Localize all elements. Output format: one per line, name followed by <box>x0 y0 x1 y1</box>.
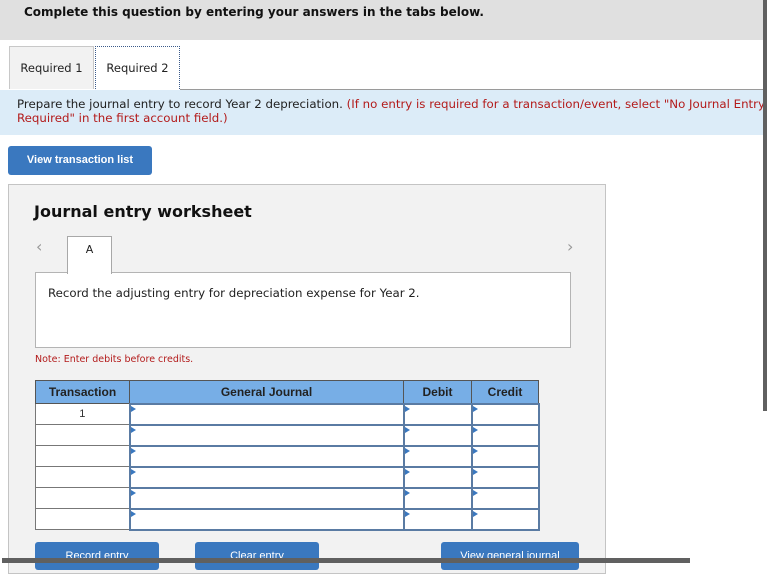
question-banner: Complete this question by entering your … <box>0 0 763 40</box>
header-debit: Debit <box>403 380 472 404</box>
credit-input[interactable] <box>470 486 540 510</box>
table-row: 1 <box>35 402 540 426</box>
debit-input[interactable] <box>402 402 473 426</box>
table-header-row: Transaction General Journal Debit Credit <box>35 380 539 404</box>
instruction-note-2: Required" in the first account field.) <box>17 111 228 125</box>
banner-text: Complete this question by entering your … <box>24 5 484 19</box>
transaction-cell <box>35 424 130 446</box>
transaction-cell <box>35 466 130 488</box>
clear-entry-button[interactable]: Clear entry <box>195 542 319 570</box>
chevron-left-icon[interactable]: ‹ <box>36 237 42 256</box>
debit-input[interactable] <box>402 423 473 447</box>
horizontal-scrollbar[interactable] <box>2 558 690 563</box>
account-input[interactable] <box>128 402 405 426</box>
account-input[interactable] <box>128 423 405 447</box>
instruction-note-1: (If no entry is required for a transacti… <box>346 97 763 111</box>
header-transaction: Transaction <box>35 380 130 404</box>
account-input[interactable] <box>128 465 405 489</box>
credit-input[interactable] <box>470 423 540 447</box>
account-input[interactable] <box>128 444 405 468</box>
table-row <box>35 507 540 531</box>
entry-description: Record the adjusting entry for depreciat… <box>48 286 420 300</box>
header-general-journal: General Journal <box>129 380 404 404</box>
credit-input[interactable] <box>470 444 540 468</box>
instruction-main: Prepare the journal entry to record Year… <box>17 97 347 111</box>
credit-input[interactable] <box>470 465 540 489</box>
transaction-cell <box>35 445 130 467</box>
account-input[interactable] <box>128 486 405 510</box>
view-transaction-list-button[interactable]: View transaction list <box>8 146 152 175</box>
debit-input[interactable] <box>402 486 473 510</box>
header-credit: Credit <box>471 380 539 404</box>
debit-input[interactable] <box>402 507 473 531</box>
tab-required-2[interactable]: Required 2 <box>95 46 180 91</box>
credit-input[interactable] <box>470 402 540 426</box>
account-input[interactable] <box>128 507 405 531</box>
table-row <box>35 465 540 489</box>
tab-required-1[interactable]: Required 1 <box>9 46 94 89</box>
view-general-journal-button[interactable]: View general journal <box>441 542 579 570</box>
record-entry-button[interactable]: Record entry <box>35 542 159 570</box>
chevron-right-icon[interactable]: › <box>567 237 573 256</box>
entry-description-box: Record the adjusting entry for depreciat… <box>35 272 571 348</box>
debit-input[interactable] <box>402 465 473 489</box>
debit-input[interactable] <box>402 444 473 468</box>
transaction-cell: 1 <box>35 403 130 425</box>
table-row <box>35 423 540 447</box>
entry-tab-a[interactable]: A <box>67 236 112 274</box>
transaction-cell <box>35 487 130 509</box>
credit-input[interactable] <box>470 507 540 531</box>
table-row <box>35 486 540 510</box>
worksheet-title: Journal entry worksheet <box>34 202 252 221</box>
debits-note: Note: Enter debits before credits. <box>35 354 194 365</box>
journal-entry-worksheet: Journal entry worksheet ‹ › A Record the… <box>8 184 606 574</box>
vertical-scrollbar[interactable] <box>763 0 767 411</box>
transaction-cell <box>35 508 130 530</box>
table-row <box>35 444 540 468</box>
journal-table: Transaction General Journal Debit Credit… <box>35 380 540 531</box>
instructions-panel: Prepare the journal entry to record Year… <box>0 90 763 135</box>
